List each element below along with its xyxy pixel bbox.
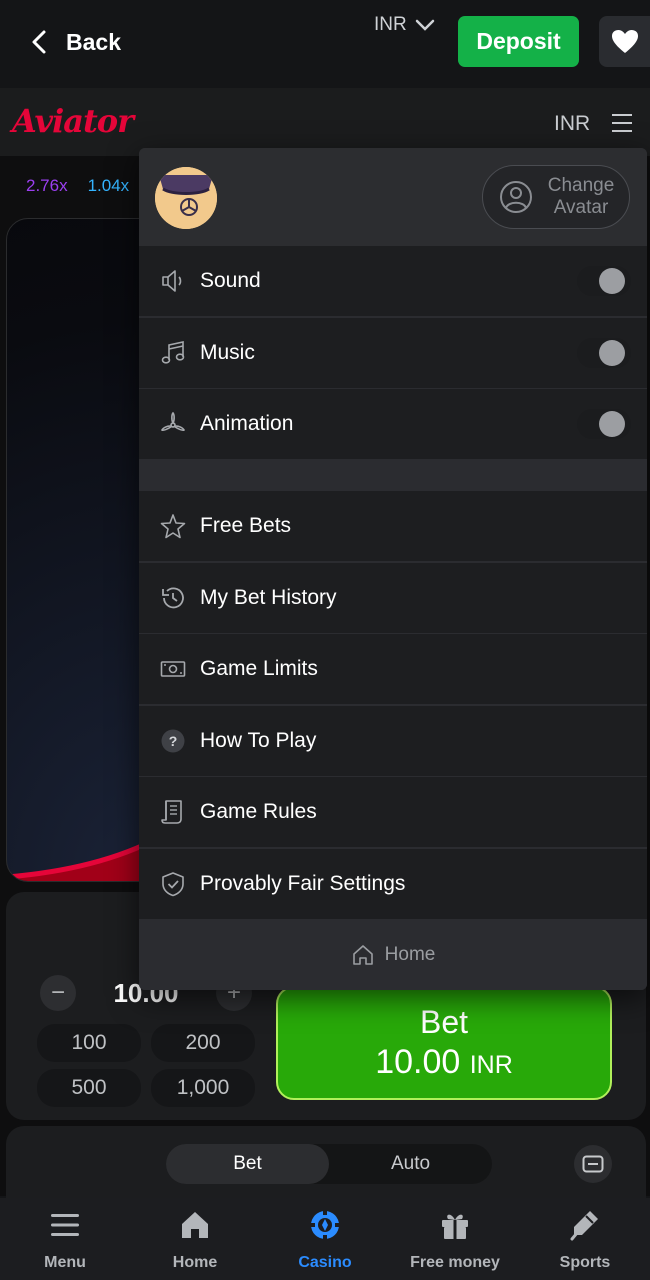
history-icon <box>159 584 187 612</box>
game-header: Aviator INR <box>0 88 650 156</box>
nav-label: Casino <box>298 1254 352 1271</box>
deposit-button[interactable]: Deposit <box>458 16 579 67</box>
back-label: Back <box>66 28 121 55</box>
menu-icon <box>51 1214 79 1236</box>
propeller-icon <box>159 410 187 438</box>
menu-item-music[interactable]: Music <box>139 318 647 388</box>
menu-item-label: Sound <box>200 269 261 292</box>
settings-menu: Change Avatar Sound Music Animation Free… <box>139 148 647 990</box>
menu-item-sound[interactable]: Sound <box>139 246 647 316</box>
nav-label: Sports <box>559 1254 611 1271</box>
shield-check-icon <box>159 870 187 898</box>
scroll-icon <box>159 798 187 826</box>
bet-button-title: Bet <box>419 1004 469 1040</box>
heart-icon <box>611 29 638 53</box>
nav-label: Home <box>172 1254 218 1271</box>
svg-text:?: ? <box>169 733 178 749</box>
sports-icon <box>570 1211 598 1241</box>
bottom-navigation: Menu Home Casino Free money Sports <box>0 1198 650 1280</box>
nav-free-money[interactable]: Free money <box>390 1198 520 1280</box>
quick-amount-button[interactable]: 200 <box>151 1024 255 1062</box>
bet-button-currency: INR <box>469 1051 513 1079</box>
menu-item-provably-fair[interactable]: Provably Fair Settings <box>139 849 647 919</box>
menu-item-label: How To Play <box>200 729 317 752</box>
menu-home-button[interactable]: Home <box>139 919 647 990</box>
menu-item-label: My Bet History <box>200 586 337 609</box>
casino-chip-icon <box>309 1209 341 1241</box>
remove-panel-button[interactable] <box>574 1145 612 1183</box>
nav-label: Menu <box>44 1254 86 1271</box>
sound-toggle[interactable] <box>577 266 631 296</box>
back-button[interactable]: Back <box>30 22 121 62</box>
favorite-button[interactable] <box>599 16 650 67</box>
nav-casino[interactable]: Casino <box>260 1198 390 1280</box>
nav-sports[interactable]: Sports <box>520 1198 650 1280</box>
menu-item-how-to-play[interactable]: ? How To Play <box>139 706 647 776</box>
place-bet-button[interactable]: Bet 10.00 INR <box>276 986 612 1100</box>
menu-item-game-limits[interactable]: Game Limits <box>139 634 647 704</box>
minus-square-icon <box>582 1155 604 1173</box>
home-outline-icon <box>352 944 373 965</box>
quick-amount-button[interactable]: 100 <box>37 1024 141 1062</box>
menu-item-free-bets[interactable]: Free Bets <box>139 491 647 561</box>
tab-bet[interactable]: Bet <box>166 1144 329 1184</box>
multiplier-badge: 2.76x <box>26 176 68 195</box>
change-avatar-label: Change Avatar <box>547 175 615 218</box>
decrease-stake-button[interactable]: − <box>40 975 76 1011</box>
menu-item-label: Provably Fair Settings <box>200 872 406 895</box>
game-currency: INR <box>554 112 591 135</box>
nav-label: Free money <box>410 1254 500 1271</box>
chevron-down-icon <box>415 19 434 31</box>
bet-button-amount: 10.00 <box>375 1043 461 1081</box>
menu-item-label: Game Limits <box>200 657 318 680</box>
menu-item-animation[interactable]: Animation <box>139 389 647 459</box>
avatar-image <box>155 167 217 229</box>
menu-home-label: Home <box>384 943 436 965</box>
tab-auto[interactable]: Auto <box>329 1144 492 1184</box>
avatar[interactable] <box>155 167 217 229</box>
menu-item-label: Music <box>200 341 255 364</box>
aviator-logo: Aviator <box>12 102 134 140</box>
home-icon <box>182 1212 208 1238</box>
bet-mode-tabs: Bet Auto <box>166 1144 492 1184</box>
quick-amount-button[interactable]: 1,000 <box>151 1069 255 1107</box>
hamburger-menu-icon[interactable] <box>612 114 632 132</box>
menu-item-game-rules[interactable]: Game Rules <box>139 777 647 847</box>
menu-item-bet-history[interactable]: My Bet History <box>139 563 647 633</box>
music-icon <box>159 339 187 367</box>
music-toggle[interactable] <box>577 338 631 368</box>
star-icon <box>159 512 187 540</box>
multiplier-history: 2.76x 1.04x <box>26 176 129 196</box>
menu-item-label: Free Bets <box>200 514 292 537</box>
speaker-icon <box>159 267 187 295</box>
question-icon: ? <box>159 727 187 755</box>
bet-button-amount-line: 10.00 INR <box>375 1043 513 1082</box>
nav-home[interactable]: Home <box>130 1198 260 1280</box>
top-bar: Back INR Deposit <box>0 0 650 88</box>
quick-amount-button[interactable]: 500 <box>37 1069 141 1107</box>
menu-divider <box>139 461 647 491</box>
banknote-icon <box>159 655 187 683</box>
animation-toggle[interactable] <box>577 409 631 439</box>
nav-menu[interactable]: Menu <box>0 1198 130 1280</box>
currency-selector[interactable]: INR <box>374 14 435 36</box>
menu-item-label: Game Rules <box>200 800 317 823</box>
change-avatar-button[interactable]: Change Avatar <box>482 165 630 229</box>
multiplier-badge: 1.04x <box>87 176 130 195</box>
menu-profile-section: Change Avatar <box>139 148 647 246</box>
chevron-left-icon <box>32 30 46 54</box>
user-circle-icon <box>500 181 532 213</box>
menu-item-label: Animation <box>200 412 294 435</box>
gift-icon <box>442 1214 468 1239</box>
currency-label: INR <box>374 14 407 35</box>
